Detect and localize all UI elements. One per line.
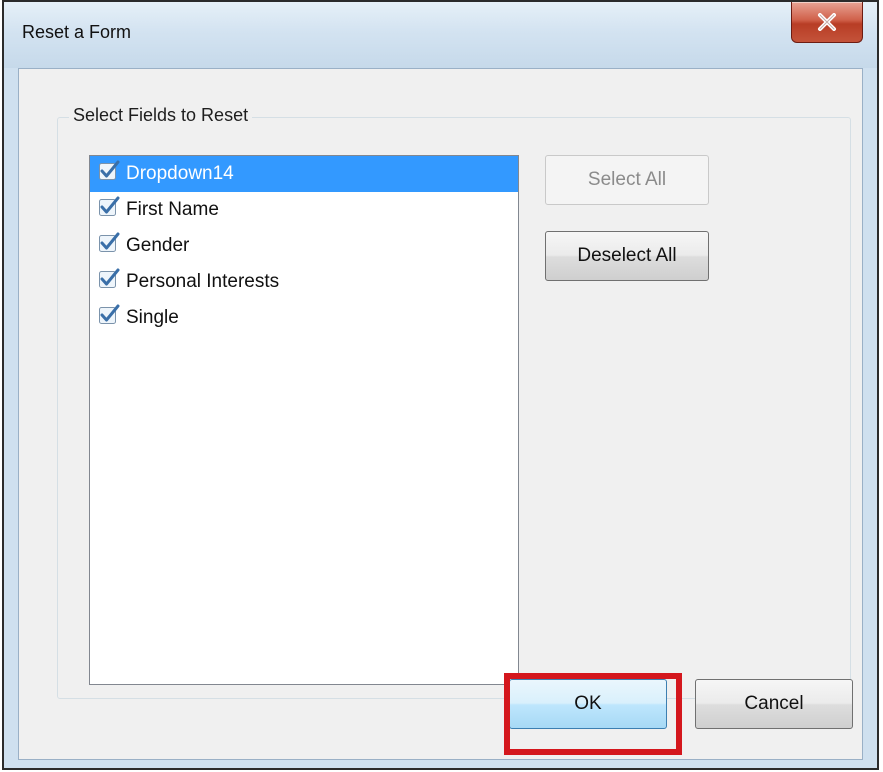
- checkbox-checked-icon[interactable]: [98, 268, 126, 296]
- select-all-button[interactable]: Select All: [545, 155, 709, 205]
- close-button[interactable]: [791, 2, 863, 43]
- group-label: Select Fields to Reset: [69, 105, 253, 126]
- checkbox-checked-icon[interactable]: [98, 304, 126, 332]
- list-item[interactable]: Personal Interests: [90, 264, 518, 300]
- reset-form-dialog: Reset a Form Select Fields to Reset Drop…: [2, 0, 879, 770]
- checkbox-checked-icon[interactable]: [98, 160, 126, 188]
- ok-highlight-box: [504, 673, 682, 755]
- fields-listbox[interactable]: Dropdown14 First Name Gender Personal Inter…: [89, 155, 519, 685]
- list-item[interactable]: Single: [90, 300, 518, 336]
- deselect-all-button[interactable]: Deselect All: [545, 231, 709, 281]
- title-bar[interactable]: Reset a Form: [4, 2, 877, 68]
- dialog-body: Select Fields to Reset Dropdown14 First N…: [18, 68, 863, 760]
- field-label: Personal Interests: [126, 271, 280, 292]
- cancel-button[interactable]: Cancel: [695, 679, 853, 729]
- close-icon: [817, 13, 837, 31]
- field-label: First Name: [126, 199, 219, 220]
- list-item[interactable]: First Name: [90, 192, 518, 228]
- checkbox-checked-icon[interactable]: [98, 232, 126, 260]
- field-label: Gender: [126, 235, 190, 256]
- checkbox-checked-icon[interactable]: [98, 196, 126, 224]
- list-item[interactable]: Dropdown14: [90, 156, 518, 192]
- window-title: Reset a Form: [22, 22, 132, 42]
- field-label: Dropdown14: [126, 163, 234, 184]
- list-item[interactable]: Gender: [90, 228, 518, 264]
- field-label: Single: [126, 307, 179, 328]
